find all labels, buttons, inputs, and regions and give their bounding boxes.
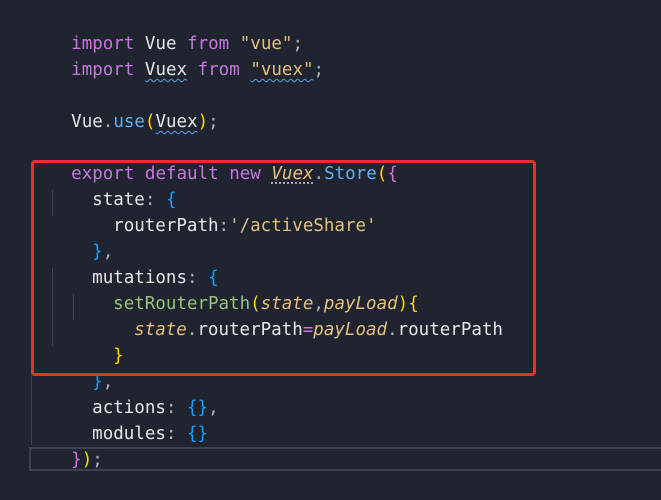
string-literal: "vuex"	[250, 60, 314, 80]
code-editor[interactable]: import Vue from "vue"; import Vuex from …	[0, 0, 661, 500]
identifier: Vue	[71, 112, 103, 132]
paren: (	[144, 112, 156, 132]
semicolon: ;	[313, 60, 325, 80]
function-name: use	[113, 112, 145, 132]
dot: .	[102, 112, 114, 132]
colon: :	[165, 424, 177, 444]
paren: )	[197, 112, 209, 132]
code-line-16[interactable]: modules: {}	[50, 395, 208, 444]
property-name: modules	[92, 424, 166, 444]
code-line-17[interactable]: });	[29, 421, 103, 470]
braces: {}	[187, 424, 209, 444]
current-line-indicator[interactable]	[29, 447, 661, 471]
code-line-6[interactable]: export default new Vuex.Store({	[29, 135, 398, 184]
identifier: Vuex	[144, 60, 188, 80]
comma: ,	[208, 398, 219, 418]
code-line-1[interactable]: import Vue from "vue";	[29, 5, 303, 54]
identifier: Vuex	[155, 112, 198, 132]
keyword-from: from	[187, 60, 240, 80]
code-line-2[interactable]: import Vuex from "vuex";	[29, 31, 324, 80]
semicolon: ;	[208, 112, 219, 132]
keyword-import: import	[71, 60, 135, 80]
highlight-box	[31, 160, 536, 376]
code-line-4[interactable]: Vue.use(Vuex);	[29, 83, 219, 132]
